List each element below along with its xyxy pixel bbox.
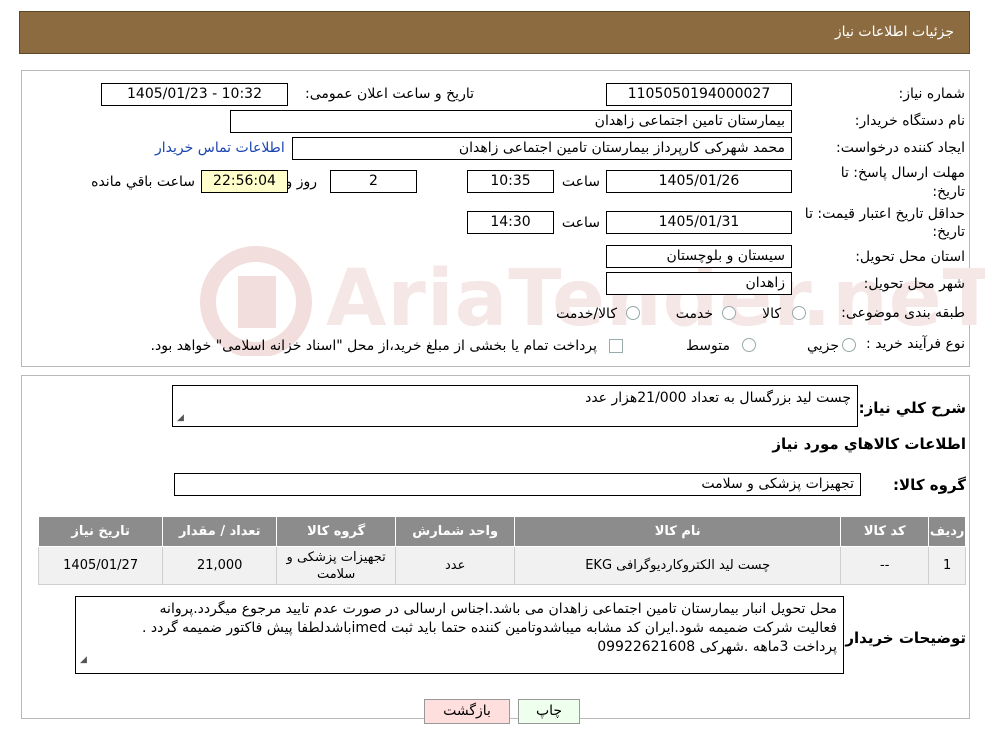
- remaining-time-field: 22:56:04: [201, 170, 288, 193]
- province-field: سیستان و بلوچستان: [606, 245, 792, 268]
- price-validity-label-2: تاریخ:: [932, 224, 965, 240]
- process-minor-radio[interactable]: [842, 338, 856, 352]
- remaining-time-label: ساعت باقي مانده: [91, 174, 195, 190]
- page-title: جزئیات اطلاعات نیاز: [834, 24, 954, 40]
- price-validity-label: حداقل تاریخ اعتبار قیمت: تا: [804, 206, 965, 222]
- city-label: شهر محل تحویل:: [863, 276, 965, 292]
- cell-unit: عدد: [395, 546, 516, 585]
- buyer-notes-field: محل تحویل انبار بیمارستان تامین اجتماعی …: [75, 596, 844, 674]
- th-row: رديف: [928, 516, 966, 547]
- buyer-org-field: بیمارستان تامین اجتماعی زاهدان: [230, 110, 792, 133]
- summary-field: چست لید بزرگسال به تعداد 21/000هزار عدد …: [172, 385, 858, 427]
- process-minor-label: جزیي: [807, 338, 839, 354]
- category-goods-service-label: کالا/خدمت: [556, 306, 617, 322]
- print-button[interactable]: چاپ: [518, 699, 580, 724]
- th-group: گروه کالا: [276, 516, 397, 547]
- resize-grip-icon[interactable]: ◢: [80, 651, 87, 670]
- creator-field: محمد شهرکی کارپرداز بیمارستان تامین اجتم…: [292, 137, 792, 160]
- need-number-label: شماره نیاز:: [898, 86, 966, 102]
- th-unit: واحد شمارش: [395, 516, 516, 547]
- th-code: کد کالا: [840, 516, 930, 547]
- announce-label: تاریخ و ساعت اعلان عمومی:: [305, 86, 474, 102]
- back-button[interactable]: بازگشت: [424, 699, 510, 724]
- category-service-radio[interactable]: [722, 306, 736, 320]
- process-note: پرداخت تمام یا بخشی از مبلغ خرید،از محل …: [150, 338, 597, 354]
- summary-label: شرح کلي نياز:: [858, 399, 966, 417]
- th-qty: تعداد / مقدار: [162, 516, 278, 547]
- buyer-org-label: نام دستگاه خریدار:: [854, 113, 965, 129]
- goods-info-title: اطلاعات کالاهاي مورد نياز: [772, 435, 966, 453]
- announce-field: 1405/01/23 - 10:32: [101, 83, 288, 106]
- table-row: 1 -- چست لید الکتروکاردیوگرافی EKG عدد ت…: [37, 546, 966, 585]
- process-note-checkbox[interactable]: [609, 339, 623, 353]
- process-medium-label: متوسط: [686, 338, 730, 354]
- process-type-label: نوع فرآیند خرید :: [866, 336, 965, 352]
- category-service-label: خدمت: [675, 306, 713, 322]
- th-date: تاریخ نیاز: [37, 516, 164, 547]
- th-name: نام کالا: [514, 516, 842, 547]
- reply-date-field: 1405/01/26: [606, 170, 792, 193]
- summary-text: چست لید بزرگسال به تعداد 21/000هزار عدد: [585, 390, 851, 406]
- price-validity-time-label: ساعت: [561, 215, 600, 231]
- process-medium-radio[interactable]: [742, 338, 756, 352]
- category-goods-radio[interactable]: [792, 306, 806, 320]
- buyer-contact-link[interactable]: اطلاعات تماس خریدار: [155, 140, 285, 156]
- buyer-notes-line-2: فعالیت شرکت ضمیمه شود.ایران کد مشابه میب…: [141, 620, 837, 636]
- price-validity-date-field: 1405/01/31: [606, 211, 792, 234]
- reply-time-field: 10:35: [467, 170, 554, 193]
- reply-deadline-label-2: تاریخ:: [932, 184, 965, 200]
- goods-group-label: گروه کالا:: [893, 476, 966, 494]
- days-label: روز و: [285, 174, 318, 190]
- cell-code: --: [840, 546, 930, 585]
- cell-qty: 21,000: [162, 546, 278, 585]
- buyer-notes-line-3: پرداخت 3ماهه .شهرکی 09922621608: [597, 639, 837, 655]
- creator-label: ایجاد کننده درخواست:: [836, 140, 965, 156]
- cell-group: تجهیزات پزشکی و سلامت: [276, 546, 397, 585]
- reply-deadline-label: مهلت ارسال پاسخ: تا: [840, 165, 965, 181]
- price-validity-time-field: 14:30: [467, 211, 554, 234]
- buyer-notes-label: توضیحات خریدار:: [839, 629, 966, 647]
- cell-date: 1405/01/27: [37, 546, 164, 585]
- items-table: رديف کد کالا نام کالا واحد شمارش گروه کا…: [37, 516, 966, 585]
- items-table-wrap: رديف کد کالا نام کالا واحد شمارش گروه کا…: [37, 516, 966, 585]
- table-header-row: رديف کد کالا نام کالا واحد شمارش گروه کا…: [37, 516, 966, 547]
- cell-name: چست لید الکتروکاردیوگرافی EKG: [514, 546, 842, 585]
- category-label: طبقه بندی موضوعی:: [841, 305, 965, 321]
- category-goods-label: کالا: [762, 306, 781, 322]
- days-field: 2: [330, 170, 417, 193]
- reply-time-label: ساعت: [561, 174, 600, 190]
- page-header: جزئیات اطلاعات نیاز: [19, 11, 970, 54]
- province-label: استان محل تحویل:: [855, 249, 965, 265]
- need-number-field: 1105050194000027: [606, 83, 792, 106]
- goods-group-field: تجهیزات پزشکی و سلامت: [174, 473, 861, 496]
- category-goods-service-radio[interactable]: [626, 306, 640, 320]
- city-field: زاهدان: [606, 272, 792, 295]
- resize-grip-icon[interactable]: ◢: [177, 413, 184, 423]
- cell-row: 1: [928, 546, 966, 585]
- buyer-notes-line-1: محل تحویل انبار بیمارستان تامین اجتماعی …: [159, 601, 837, 617]
